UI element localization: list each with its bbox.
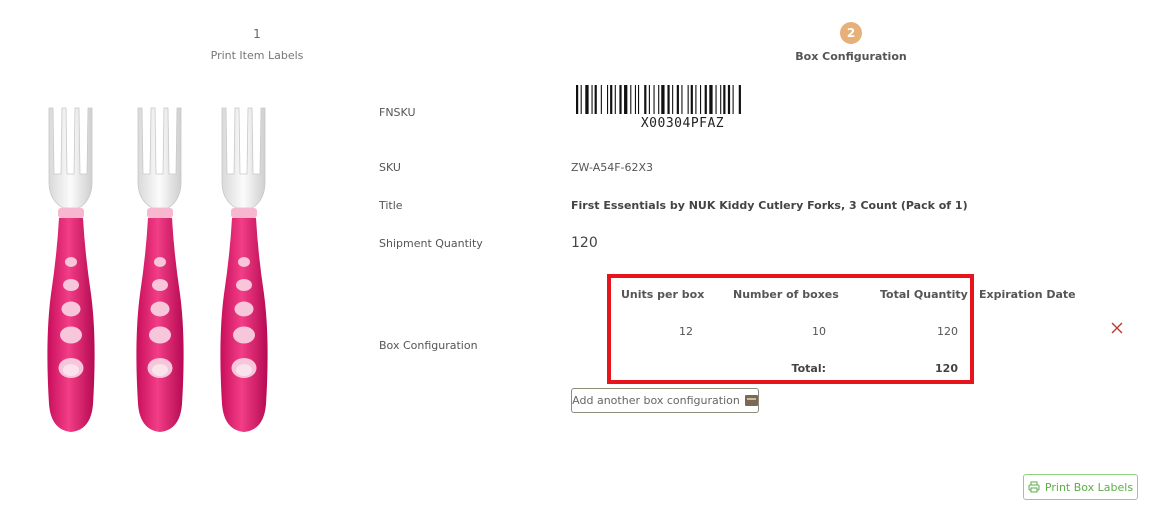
sku-value: ZW-A54F-62X3 xyxy=(571,161,654,174)
fnsku-label: FNSKU xyxy=(379,106,416,119)
sku-label: SKU xyxy=(379,161,401,174)
shipment-qty-value: 120 xyxy=(571,235,598,251)
box-icon xyxy=(744,395,758,406)
step-print-item-labels[interactable]: 1 Print Item Labels xyxy=(157,26,357,62)
step-label: Box Configuration xyxy=(795,50,907,63)
step-label: Print Item Labels xyxy=(210,49,304,62)
box-config-label: Box Configuration xyxy=(379,339,478,352)
remove-row-button[interactable] xyxy=(1108,320,1126,338)
step-box-configuration[interactable]: 2 Box Configuration xyxy=(751,22,951,63)
title-value: First Essentials by NUK Kiddy Cutlery Fo… xyxy=(571,199,968,212)
product-image xyxy=(36,104,288,436)
add-box-config-button[interactable]: Add another box configuration xyxy=(571,388,759,413)
print-box-labels-button[interactable]: Print Box Labels xyxy=(1023,474,1138,500)
close-icon xyxy=(1111,322,1123,334)
shipment-qty-label: Shipment Quantity xyxy=(379,237,483,250)
add-box-config-label: Add another box configuration xyxy=(572,394,740,407)
printer-icon xyxy=(1028,481,1040,493)
step-number: 1 xyxy=(253,27,261,41)
fnsku-barcode: X00304PFAZ xyxy=(575,85,790,131)
highlight-box xyxy=(607,274,974,384)
header-expiration-date: Expiration Date xyxy=(979,288,1076,301)
step-number-badge: 2 xyxy=(840,22,862,44)
title-label: Title xyxy=(379,199,403,212)
barcode-text: X00304PFAZ xyxy=(640,116,725,131)
print-box-labels-label: Print Box Labels xyxy=(1044,480,1134,494)
barcode-icon xyxy=(576,85,741,114)
